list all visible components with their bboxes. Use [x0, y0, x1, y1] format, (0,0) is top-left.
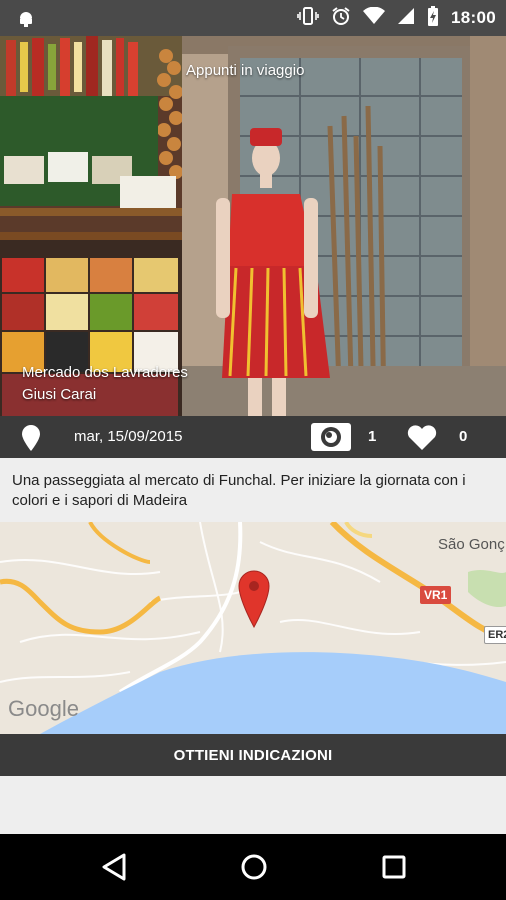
alarm-icon	[331, 6, 351, 31]
android-icon	[16, 8, 36, 33]
location-pin-icon[interactable]	[20, 424, 42, 457]
info-bar: mar, 15/09/2015 1 0	[0, 416, 506, 458]
heart-icon[interactable]	[406, 425, 438, 456]
market-photo	[0, 36, 506, 416]
get-directions-button[interactable]: OTTIENI INDICAZIONI	[0, 734, 506, 776]
photo-caption: Mercado dos Lavradores Giusi Carai	[22, 362, 188, 406]
battery-icon	[427, 5, 439, 31]
back-icon[interactable]	[100, 852, 128, 887]
gallery-title: Appunti in viaggio	[186, 62, 305, 79]
wifi-icon	[363, 6, 386, 30]
empty-area	[0, 776, 506, 834]
views-count: 1	[368, 428, 377, 445]
likes-count: 0	[459, 428, 468, 445]
signal-icon	[397, 7, 415, 30]
system-nav-bar	[0, 834, 506, 900]
hero-photo[interactable]: Appunti in viaggio Mercado dos Lavradore…	[0, 36, 506, 416]
vibrate-icon	[297, 6, 319, 30]
post-description: Una passeggiata al mercato di Funchal. P…	[0, 458, 506, 522]
clock: 18:00	[451, 8, 496, 27]
place-name: Mercado dos Lavradores	[22, 364, 188, 381]
map-view[interactable]: São Gonç VR1 ER2 Google	[0, 522, 506, 734]
google-attribution: Google	[8, 696, 79, 721]
home-icon[interactable]	[239, 852, 269, 887]
author-name[interactable]: Giusi Carai	[22, 384, 188, 406]
road-label-vr1: VR1	[420, 586, 452, 604]
map-place-label: São Gonç	[438, 536, 505, 553]
status-bar: 18:00	[0, 0, 506, 36]
recents-icon[interactable]	[380, 852, 408, 887]
eye-icon	[310, 422, 352, 457]
map-marker-icon[interactable]	[238, 570, 270, 633]
road-label-er2: ER2	[484, 626, 506, 644]
post-date: mar, 15/09/2015	[74, 428, 183, 445]
